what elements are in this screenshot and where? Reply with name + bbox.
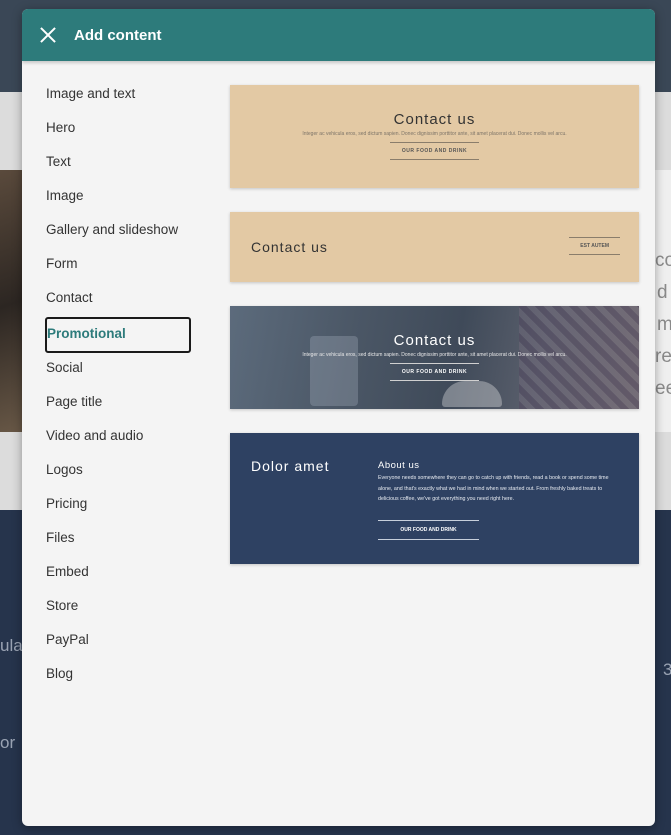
template-button: OUR FOOD AND DRINK xyxy=(389,142,480,160)
dialog-title: Add content xyxy=(74,26,162,44)
background-text-fragment: ee xyxy=(655,378,671,399)
background-text-fragment: or xyxy=(0,733,16,752)
template-card-promotional-4[interactable]: Dolor amet About us Everyone needs somew… xyxy=(230,433,639,564)
content-type-list: Image and text Hero Text Image Gallery a… xyxy=(22,79,212,693)
background-text-fragment: co xyxy=(655,250,671,271)
template-card-promotional-3[interactable]: Contact us Integer ac vehicula eros, sed… xyxy=(230,306,639,409)
template-title: Contact us xyxy=(251,239,328,255)
template-card-promotional-1[interactable]: Contact us Integer ac vehicula eros, sed… xyxy=(230,85,639,188)
sidebar-item-text[interactable]: Text xyxy=(22,147,212,181)
background-text-fragment: m xyxy=(657,314,671,335)
sidebar-item-image-and-text[interactable]: Image and text xyxy=(22,79,212,113)
template-body-text: Everyone needs somewhere they can go to … xyxy=(378,475,609,503)
close-icon[interactable] xyxy=(36,23,60,47)
sidebar-item-video-and-audio[interactable]: Video and audio xyxy=(22,421,212,455)
template-subtitle: Integer ac vehicula eros, sed dictum sap… xyxy=(302,131,567,137)
template-button: OUR FOOD AND DRINK xyxy=(389,363,480,381)
sidebar-item-form[interactable]: Form xyxy=(22,249,212,283)
template-heading: About us xyxy=(378,460,420,471)
template-button: EST AUTEM xyxy=(569,237,620,255)
template-subtitle: Integer ac vehicula eros, sed dictum sap… xyxy=(302,352,567,358)
template-title: Dolor amet xyxy=(251,458,330,474)
template-title: Contact us xyxy=(393,111,476,128)
background-text-fragment: re xyxy=(655,346,671,367)
sidebar-item-social[interactable]: Social xyxy=(22,353,212,387)
sidebar-item-store[interactable]: Store xyxy=(22,591,212,625)
background-text-fragment: 3 xyxy=(663,660,671,679)
background-text-fragment: ula xyxy=(0,636,23,655)
sidebar-item-contact[interactable]: Contact xyxy=(22,283,212,317)
sidebar-item-logos[interactable]: Logos xyxy=(22,455,212,489)
template-title: Contact us xyxy=(393,332,476,349)
sidebar-item-promotional[interactable]: Promotional xyxy=(45,317,191,353)
sidebar-item-blog[interactable]: Blog xyxy=(22,659,212,693)
sidebar-item-page-title[interactable]: Page title xyxy=(22,387,212,421)
sidebar-item-image[interactable]: Image xyxy=(22,181,212,215)
template-card-promotional-2[interactable]: Contact us EST AUTEM xyxy=(230,212,639,282)
dialog-header: Add content xyxy=(22,9,655,61)
template-button: OUR FOOD AND DRINK xyxy=(378,520,479,540)
sidebar-item-hero[interactable]: Hero xyxy=(22,113,212,147)
sidebar-item-embed[interactable]: Embed xyxy=(22,557,212,591)
add-content-dialog: Add content Image and text Hero Text Ima… xyxy=(22,9,655,826)
background-text-fragment: d xyxy=(657,282,668,303)
sidebar-item-paypal[interactable]: PayPal xyxy=(22,625,212,659)
sidebar-item-pricing[interactable]: Pricing xyxy=(22,489,212,523)
sidebar-item-gallery-and-slideshow[interactable]: Gallery and slideshow xyxy=(22,215,212,249)
template-background-image xyxy=(442,381,502,407)
sidebar-item-files[interactable]: Files xyxy=(22,523,212,557)
